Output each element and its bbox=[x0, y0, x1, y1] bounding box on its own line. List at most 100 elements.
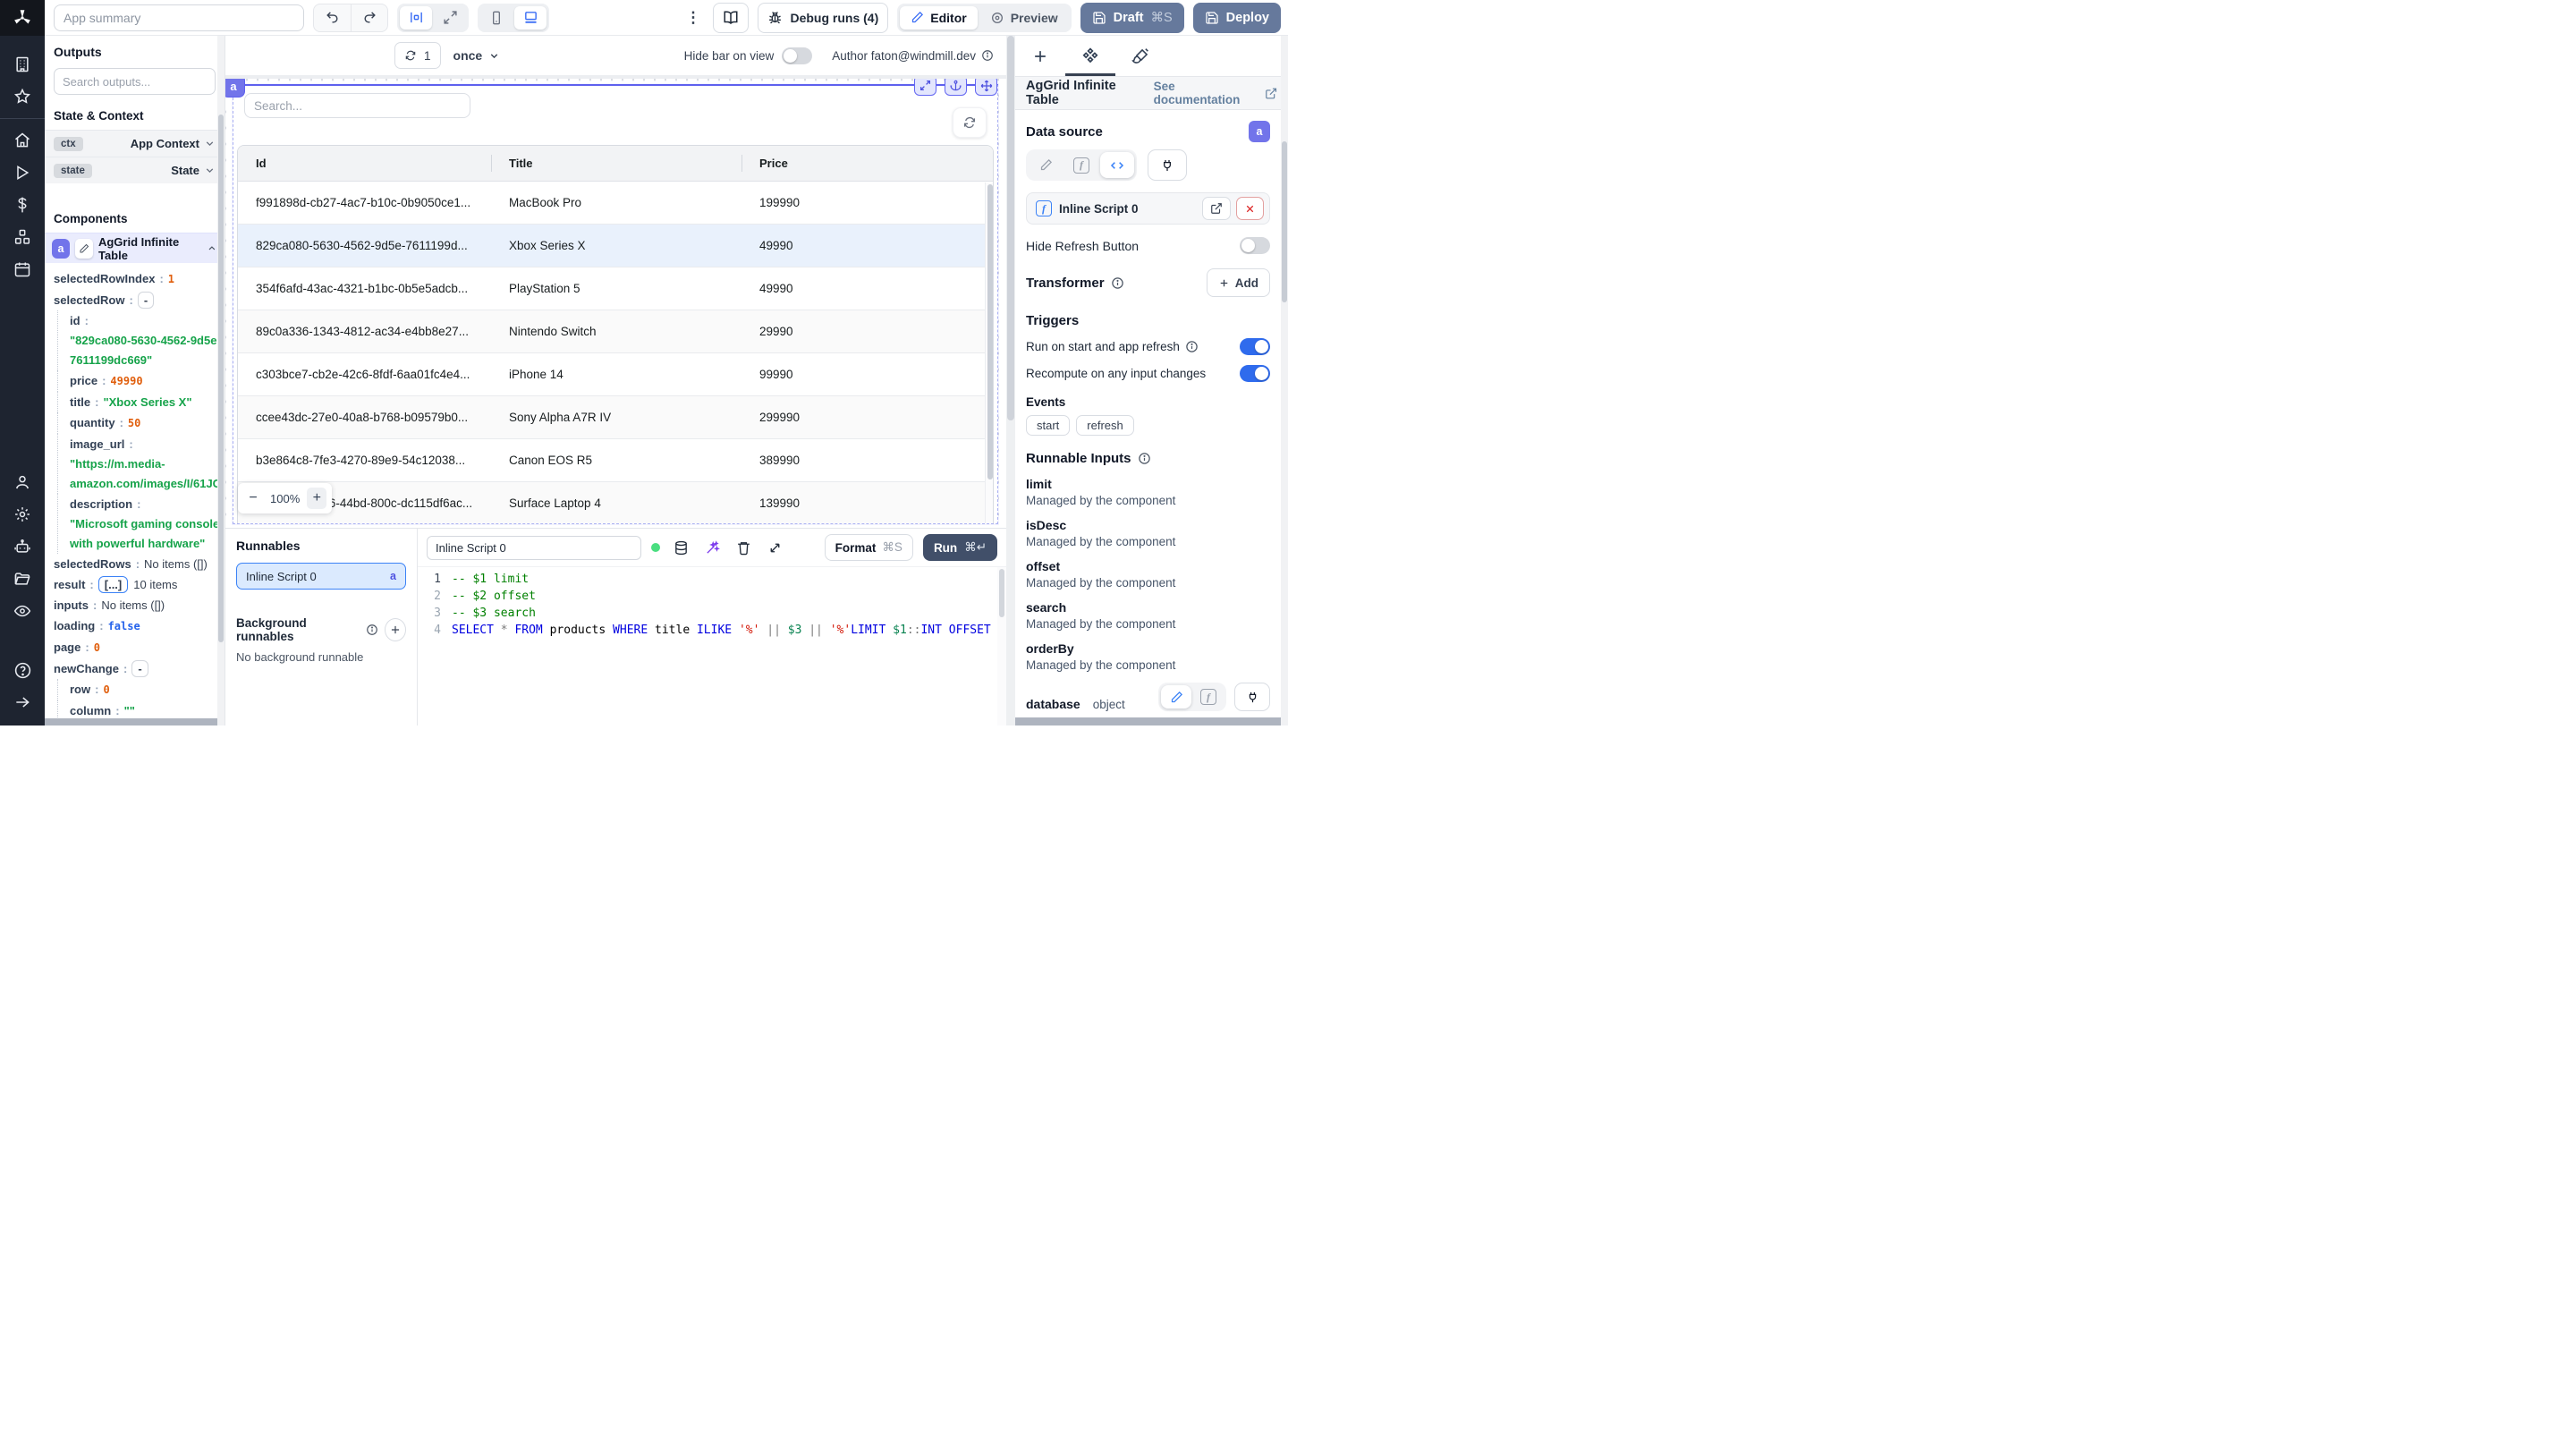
variables-icon[interactable] bbox=[0, 189, 45, 221]
static-mode-button[interactable] bbox=[1029, 152, 1063, 178]
template-mode-button[interactable]: f bbox=[1064, 152, 1098, 178]
tab-component-settings[interactable] bbox=[1065, 36, 1115, 76]
workspace-icon[interactable] bbox=[0, 48, 45, 81]
format-button[interactable]: Format ⌘S bbox=[824, 534, 913, 561]
aggrid-component[interactable]: a Id Title Price bbox=[225, 79, 998, 524]
zoom-in-button[interactable]: + bbox=[307, 488, 327, 509]
user-icon[interactable] bbox=[0, 466, 45, 498]
panel-splitter-scrollbar[interactable] bbox=[1006, 36, 1015, 726]
output-tree-item[interactable]: price:49990 bbox=[57, 370, 225, 392]
outputs-scrollbar[interactable] bbox=[217, 36, 225, 726]
center-layout-button[interactable] bbox=[400, 5, 432, 30]
zoom-out-button[interactable]: − bbox=[243, 488, 263, 509]
output-tree-item[interactable]: image_url: "https://m.media-amazon.com/im… bbox=[57, 434, 225, 494]
home-icon[interactable] bbox=[0, 124, 45, 157]
table-row[interactable]: 829ca080-5630-4562-9d5e-7611199d... Xbox … bbox=[238, 225, 993, 267]
open-script-button[interactable] bbox=[1202, 197, 1231, 220]
runs-icon[interactable] bbox=[0, 157, 45, 189]
app-canvas[interactable]: a Id Title Price bbox=[225, 75, 1006, 528]
database-template-button[interactable]: f bbox=[1193, 685, 1224, 709]
add-background-runnable-button[interactable] bbox=[384, 618, 406, 641]
state-row[interactable]: state State bbox=[45, 157, 225, 183]
run-button[interactable]: Run ⌘↵ bbox=[922, 534, 997, 561]
rename-component-button[interactable] bbox=[74, 238, 93, 259]
settings-hscrollbar[interactable] bbox=[1015, 717, 1281, 726]
mobile-view-button[interactable] bbox=[480, 6, 513, 30]
output-tree-item[interactable]: selectedRows: No items ([]) bbox=[54, 554, 225, 574]
output-tree-item[interactable]: selectedRow: - bbox=[54, 290, 225, 310]
resources-icon[interactable] bbox=[0, 221, 45, 253]
more-menu-icon[interactable]: ⋮ bbox=[682, 9, 704, 27]
table-search-input[interactable] bbox=[244, 93, 470, 118]
table-row[interactable]: 2128adca-7fc6-44bd-800c-dc115df6ac... Sur… bbox=[238, 482, 993, 523]
windmill-logo[interactable] bbox=[0, 0, 45, 36]
collapse-toggle[interactable]: - bbox=[137, 292, 155, 309]
add-transformer-button[interactable]: Add bbox=[1206, 268, 1270, 297]
run-on-start-toggle[interactable] bbox=[1240, 338, 1270, 355]
see-documentation-link[interactable]: See documentation bbox=[1154, 80, 1277, 106]
outputs-hscrollbar[interactable] bbox=[45, 718, 217, 726]
audit-eye-icon[interactable] bbox=[0, 595, 45, 627]
docs-book-button[interactable] bbox=[713, 2, 750, 33]
output-tree-item[interactable]: title: "Xbox Series X" bbox=[57, 392, 225, 412]
output-tree-item[interactable]: selectedRowIndex:1 bbox=[54, 268, 225, 290]
output-tree-item[interactable]: page:0 bbox=[54, 637, 225, 658]
schedule-select[interactable]: once bbox=[453, 48, 501, 63]
deploy-button[interactable]: Deploy bbox=[1192, 2, 1281, 33]
tab-preview[interactable]: Preview bbox=[979, 6, 1069, 30]
output-tree-item[interactable]: inputs: No items ([]) bbox=[54, 595, 225, 615]
column-header-price[interactable]: Price bbox=[741, 146, 993, 181]
table-scrollbar[interactable] bbox=[985, 182, 993, 523]
component-tree-row[interactable]: a AgGrid Infinite Table bbox=[45, 233, 225, 263]
output-tree-item[interactable]: description: "Microsoft gaming console wi… bbox=[57, 494, 225, 554]
output-tree-item[interactable]: quantity:50 bbox=[57, 412, 225, 434]
ai-robot-icon[interactable] bbox=[0, 530, 45, 563]
refresh-count-button[interactable]: 1 bbox=[394, 42, 441, 69]
tab-editor[interactable]: Editor bbox=[900, 5, 978, 30]
collapse-toggle[interactable]: - bbox=[131, 660, 148, 677]
table-row[interactable]: 354f6afd-43ac-4321-b1bc-0b5e5adcb... Play… bbox=[238, 267, 993, 310]
eval-mode-button[interactable] bbox=[1100, 152, 1134, 178]
favorites-icon[interactable] bbox=[0, 81, 45, 113]
settings-icon[interactable] bbox=[0, 498, 45, 530]
expand-component-handle[interactable] bbox=[914, 79, 936, 96]
desktop-view-button[interactable] bbox=[514, 5, 547, 30]
table-row[interactable]: f991898d-cb27-4ac7-b10c-0b9050ce1... MacB… bbox=[238, 182, 993, 225]
table-row[interactable]: b3e864c8-7fe3-4270-89e9-54c12038... Canon… bbox=[238, 439, 993, 482]
code-scrollbar[interactable] bbox=[997, 567, 1006, 726]
hide-refresh-toggle[interactable] bbox=[1240, 237, 1270, 254]
tab-insert-component[interactable] bbox=[1015, 36, 1065, 76]
help-icon[interactable] bbox=[0, 654, 45, 686]
output-tree-item[interactable]: result: [...] 10 items bbox=[54, 574, 225, 595]
database-plug-button[interactable] bbox=[1234, 683, 1270, 711]
database-static-button[interactable] bbox=[1161, 685, 1191, 709]
fullwidth-layout-button[interactable] bbox=[434, 6, 466, 30]
expand-result-button[interactable]: [...] bbox=[97, 576, 129, 593]
output-tree-item[interactable]: row:0 bbox=[57, 679, 225, 700]
table-row[interactable]: 89c0a336-1343-4812-ac34-e4bb8e27... Ninte… bbox=[238, 310, 993, 353]
ai-wand-icon[interactable] bbox=[701, 537, 723, 558]
database-icon[interactable] bbox=[670, 537, 691, 558]
debug-runs-button[interactable]: Debug runs (4) bbox=[758, 2, 889, 33]
runnable-item[interactable]: Inline Script 0 a bbox=[236, 563, 406, 590]
column-header-title[interactable]: Title bbox=[491, 146, 741, 181]
anchor-component-handle[interactable] bbox=[945, 79, 967, 96]
redo-button[interactable] bbox=[351, 4, 387, 31]
ctx-row[interactable]: ctx App Context bbox=[45, 130, 225, 157]
script-name-input[interactable] bbox=[427, 535, 641, 560]
settings-scrollbar[interactable] bbox=[1281, 36, 1288, 726]
undo-button[interactable] bbox=[314, 4, 351, 31]
table-refresh-button[interactable] bbox=[953, 107, 987, 138]
output-tree-item[interactable]: newChange: - bbox=[54, 658, 225, 679]
column-header-id[interactable]: Id bbox=[238, 146, 491, 181]
table-row[interactable]: ccee43dc-27e0-40a8-b768-b09579b0... Sony … bbox=[238, 396, 993, 439]
draft-button[interactable]: Draft ⌘S bbox=[1080, 2, 1184, 33]
outputs-search-input[interactable] bbox=[54, 68, 216, 95]
delete-script-icon[interactable] bbox=[733, 537, 754, 558]
hide-bar-toggle[interactable] bbox=[782, 47, 813, 64]
collapse-rail-icon[interactable] bbox=[0, 686, 45, 718]
output-tree-item[interactable]: loading: false bbox=[54, 615, 225, 637]
connect-plug-button[interactable] bbox=[1148, 149, 1187, 181]
app-summary-input[interactable] bbox=[54, 4, 304, 31]
output-tree-item[interactable]: id: "829ca080-5630-4562-9d5e-7611199dc669… bbox=[57, 310, 225, 370]
